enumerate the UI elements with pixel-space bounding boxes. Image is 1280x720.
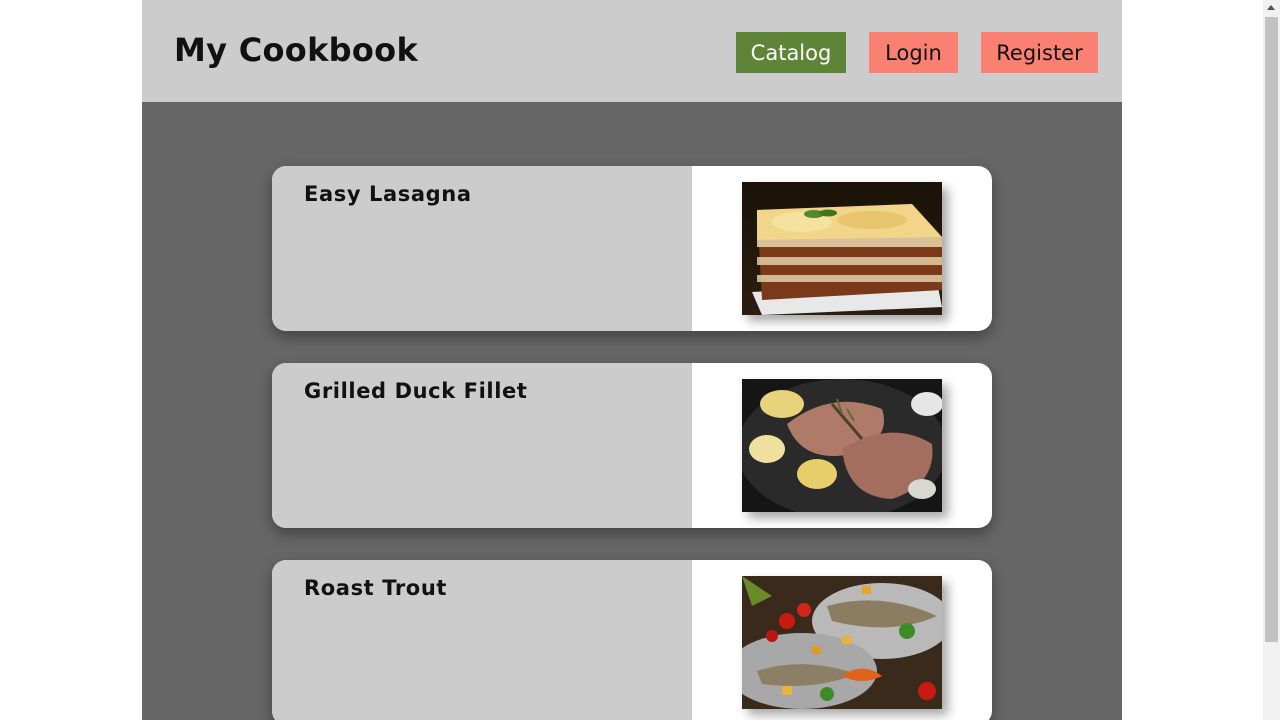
recipe-card-text: Easy Lasagna <box>272 166 692 331</box>
recipe-card-text: Roast Trout <box>272 560 692 720</box>
duck-fillet-image <box>742 379 942 512</box>
duck-fillet-photo <box>742 379 942 512</box>
catalog-button[interactable]: Catalog <box>736 32 846 73</box>
roast-trout-image <box>742 576 942 709</box>
recipe-title: Grilled Duck Fillet <box>304 379 528 403</box>
page-scrollbar[interactable] <box>1263 0 1280 720</box>
scrollbar-thumb[interactable] <box>1265 17 1278 642</box>
login-button[interactable]: Login <box>869 32 958 73</box>
page-container: My Cookbook Catalog Login Register Easy … <box>142 0 1122 720</box>
roast-trout-photo <box>742 576 942 709</box>
recipe-card-grilled-duck-fillet[interactable]: Grilled Duck Fillet <box>272 363 992 528</box>
recipe-title: Easy Lasagna <box>304 182 472 206</box>
recipe-title: Roast Trout <box>304 576 448 600</box>
lasagna-image <box>742 182 942 315</box>
site-title[interactable]: My Cookbook <box>174 31 418 69</box>
recipe-card-roast-trout[interactable]: Roast Trout <box>272 560 992 720</box>
recipe-card-text: Grilled Duck Fillet <box>272 363 692 528</box>
lasagna-photo <box>742 182 942 315</box>
register-button[interactable]: Register <box>981 32 1098 73</box>
site-header: My Cookbook Catalog Login Register <box>142 0 1122 102</box>
recipe-card-easy-lasagna[interactable]: Easy Lasagna <box>272 166 992 331</box>
scroll-up-icon[interactable] <box>1267 5 1275 10</box>
